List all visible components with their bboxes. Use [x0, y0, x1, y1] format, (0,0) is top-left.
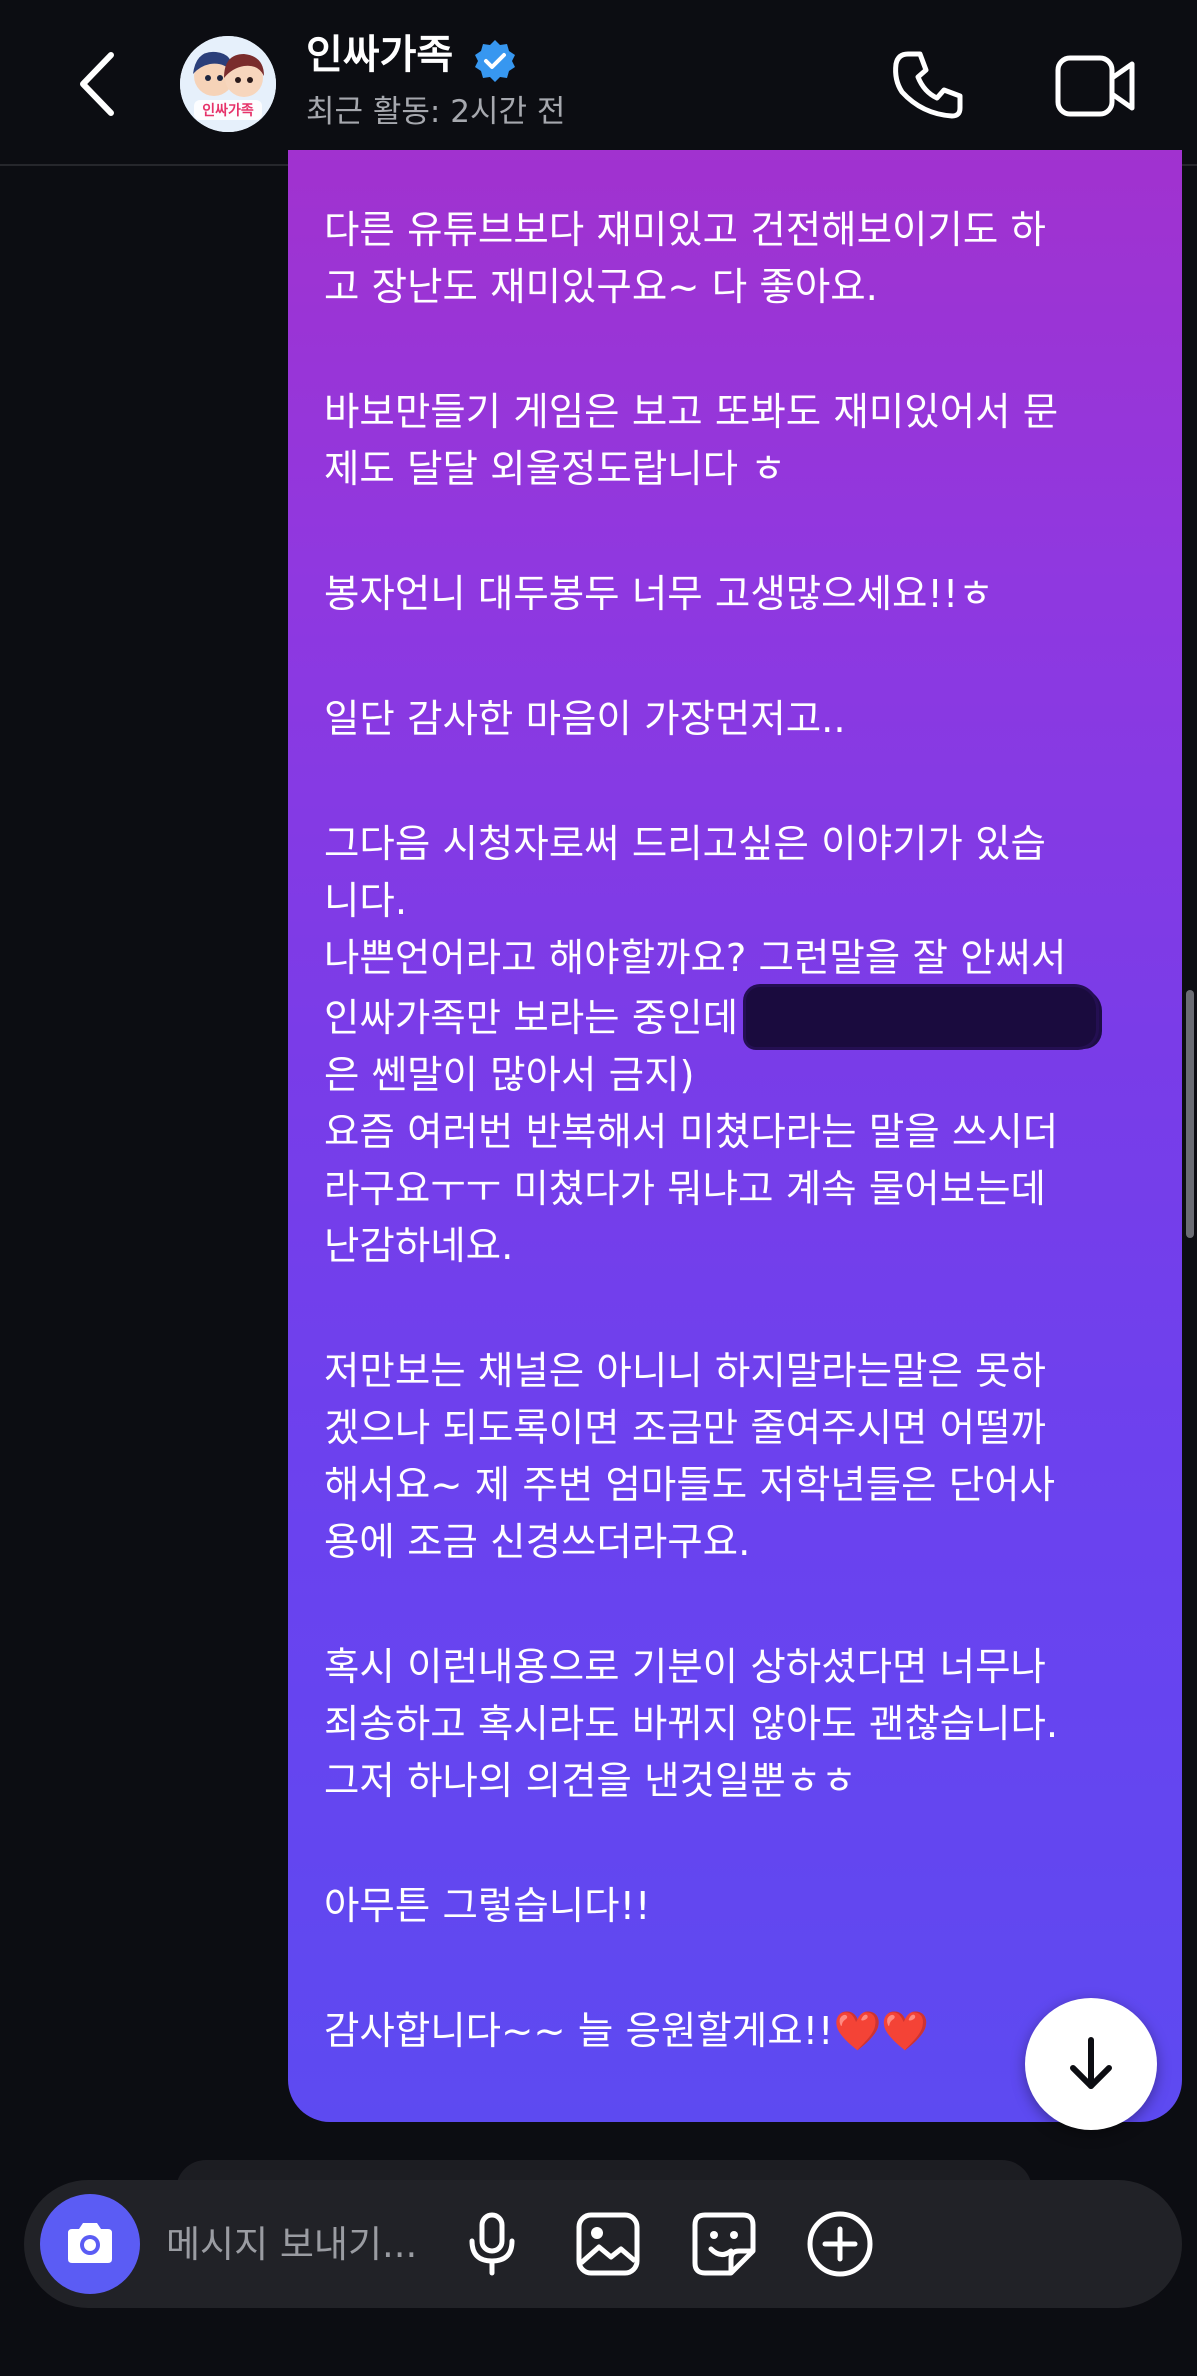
message-paragraph: 저만보는 채널은 아니니 하지말라는말은 못하 겠으나 되도록이면 조금만 줄여…: [324, 1349, 1056, 1565]
avatar[interactable]: 인싸가족: [180, 36, 276, 132]
redaction-scribble: [746, 987, 1097, 1047]
verified-badge-icon: [472, 38, 518, 84]
video-call-button[interactable]: [1054, 48, 1138, 124]
sticker-icon: [692, 2212, 756, 2276]
avatar-image: 인싸가족: [180, 36, 276, 132]
channel-name[interactable]: 인싸가족: [306, 30, 453, 80]
back-button[interactable]: [62, 44, 132, 124]
camera-icon: [68, 2223, 112, 2263]
message-paragraph: 일단 감사한 마음이 가장먼저고..: [324, 697, 846, 742]
more-options-button[interactable]: [804, 2208, 876, 2280]
image-icon: [576, 2212, 640, 2276]
message-paragraph: 바보만들기 게임은 보고 또봐도 재미있어서 문 제도 달달 외울정도랍니다 ㅎ: [324, 390, 1059, 492]
scrollbar[interactable]: [1186, 990, 1194, 1238]
camera-button[interactable]: [40, 2194, 140, 2294]
message-composer: [24, 2180, 1182, 2308]
activity-status: 최근 활동: 2시간 전: [306, 94, 566, 130]
message-paragraph: 혹시 이런내용으로 기분이 상하셨다면 너무나 죄송하고 혹시라도 바뀌지 않아…: [324, 1645, 1059, 1804]
scroll-to-bottom-button[interactable]: [1025, 1998, 1157, 2130]
voice-call-button[interactable]: [886, 44, 970, 128]
message-paragraph-redacted-line: 나쁜언어라고 해야할까요? 그런말을 잘 안써서 인싸가족만 보라는 중인데: [324, 930, 1152, 1047]
message-paragraph: 그다음 시청자로써 드리고싶은 이야기가 있습 니다.: [324, 822, 1046, 924]
gallery-button[interactable]: [572, 2208, 644, 2280]
message-bubble[interactable]: 다른 유튜브보다 재미있고 건전해보이기도 하 고 장난도 재미있구요~ 다 좋…: [288, 150, 1182, 2122]
plus-circle-icon: [807, 2211, 873, 2277]
microphone-icon: [469, 2212, 515, 2276]
message-paragraph: 봉자언니 대두봉두 너무 고생많으세요!!ㅎ: [324, 572, 994, 617]
message-paragraph: 은 쎈말이 많아서 금지) 요즘 여러번 반복해서 미쳤다라는 말을 쓰시더 라…: [324, 1053, 1059, 1269]
sticker-button[interactable]: [688, 2208, 760, 2280]
arrow-down-icon: [1070, 2037, 1112, 2089]
message-paragraph: 다른 유튜브보다 재미있고 건전해보이기도 하 고 장난도 재미있구요~ 다 좋…: [324, 208, 1046, 310]
chevron-left-icon: [80, 52, 114, 116]
message-paragraph: 아무튼 그렇습니다!!: [324, 1884, 651, 1929]
voice-message-button[interactable]: [456, 2208, 528, 2280]
chat-header: 인싸가족 인싸가족 최근 활동: 2시간 전: [0, 0, 1197, 166]
phone-icon: [893, 51, 963, 119]
video-camera-icon: [1055, 55, 1135, 117]
avatar-logo-text: 인싸가족: [202, 102, 254, 119]
